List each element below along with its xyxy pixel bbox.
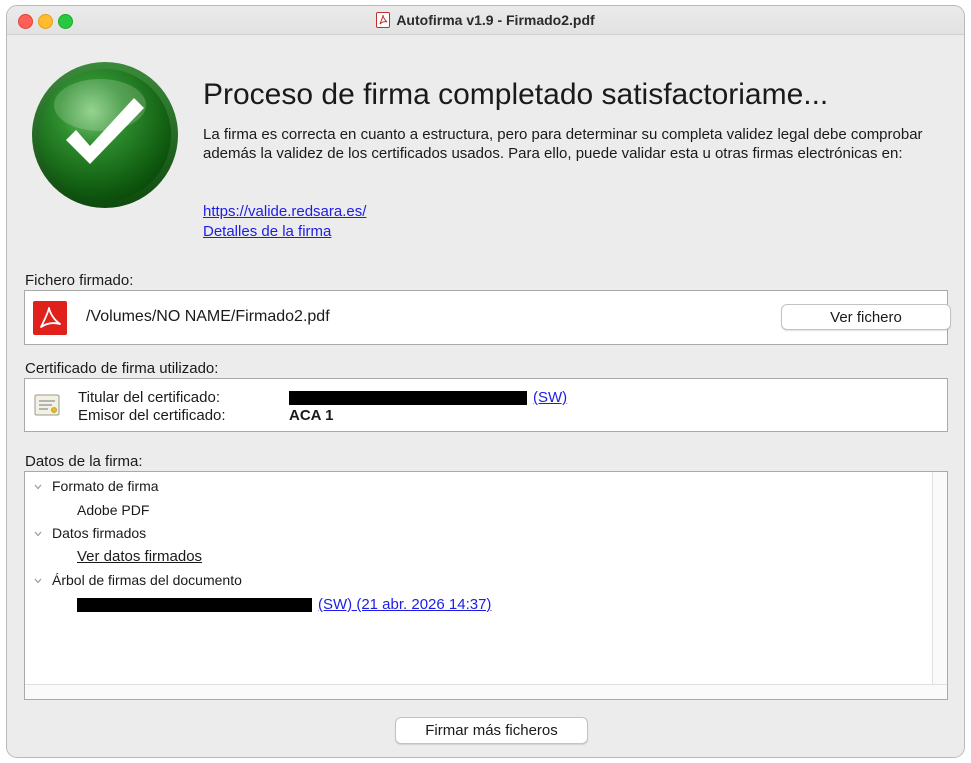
chevron-down-icon[interactable]	[33, 529, 43, 539]
signature-details-link[interactable]: Detalles de la firma	[203, 223, 331, 240]
signature-data-label: Datos de la firma:	[25, 453, 143, 470]
page-title: Proceso de firma completado satisfactori…	[203, 78, 829, 111]
certificate-panel: Titular del certificado: Emisor del cert…	[24, 378, 948, 432]
view-file-button[interactable]: Ver fichero	[781, 304, 951, 330]
horizontal-scrollbar[interactable]	[25, 684, 947, 699]
autofirma-window: Autofirma v1.9 - Firmado2.pdf Proceso de…	[6, 5, 965, 758]
pdf-file-icon	[376, 12, 391, 28]
valide-link[interactable]: https://valide.redsara.es/	[203, 203, 366, 220]
certificate-holder-label: Titular del certificado:	[78, 389, 221, 406]
signature-tree-entry[interactable]: (SW) (21 abr. 2026 14:37)	[77, 596, 491, 613]
redacted-holder-name	[289, 390, 527, 405]
certificate-issuer-label: Emisor del certificado:	[78, 407, 226, 424]
chevron-down-icon[interactable]	[33, 576, 43, 586]
redacted-signer-name	[77, 597, 312, 612]
certificate-label: Certificado de firma utilizado:	[25, 360, 219, 377]
pdf-icon	[33, 301, 67, 335]
certificate-icon	[34, 394, 60, 416]
tree-node-signature-tree[interactable]: Árbol de firmas del documento	[52, 572, 242, 588]
signature-entry-link[interactable]: (SW) (21 abr. 2026 14:37)	[318, 596, 491, 613]
view-signed-data-link[interactable]: Ver datos firmados	[77, 548, 202, 565]
tree-node-format[interactable]: Formato de firma	[52, 478, 159, 494]
certificate-holder-value: (SW)	[289, 389, 567, 406]
tree-leaf-format-value[interactable]: Adobe PDF	[77, 502, 149, 518]
signed-file-path: /Volumes/NO NAME/Firmado2.pdf	[86, 308, 330, 325]
signed-file-label: Fichero firmado:	[25, 272, 134, 289]
certificate-issuer-value: ACA 1	[289, 407, 334, 424]
tree-node-signed-data[interactable]: Datos firmados	[52, 525, 146, 541]
title-bar: Autofirma v1.9 - Firmado2.pdf	[7, 6, 964, 35]
success-check-icon	[32, 62, 178, 208]
signed-file-panel: /Volumes/NO NAME/Firmado2.pdf Ver ficher…	[24, 290, 951, 345]
window-title-group: Autofirma v1.9 - Firmado2.pdf	[7, 6, 964, 34]
chevron-down-icon[interactable]	[33, 482, 43, 492]
signature-data-tree: Formato de firma Adobe PDF Datos firmado…	[24, 471, 948, 700]
result-description: La firma es correcta en cuanto a estruct…	[203, 126, 923, 162]
certificate-holder-link[interactable]: (SW)	[533, 389, 567, 406]
window-title: Autofirma v1.9 - Firmado2.pdf	[396, 12, 595, 28]
vertical-scrollbar[interactable]	[932, 472, 947, 685]
sign-more-files-button[interactable]: Firmar más ficheros	[395, 717, 588, 744]
